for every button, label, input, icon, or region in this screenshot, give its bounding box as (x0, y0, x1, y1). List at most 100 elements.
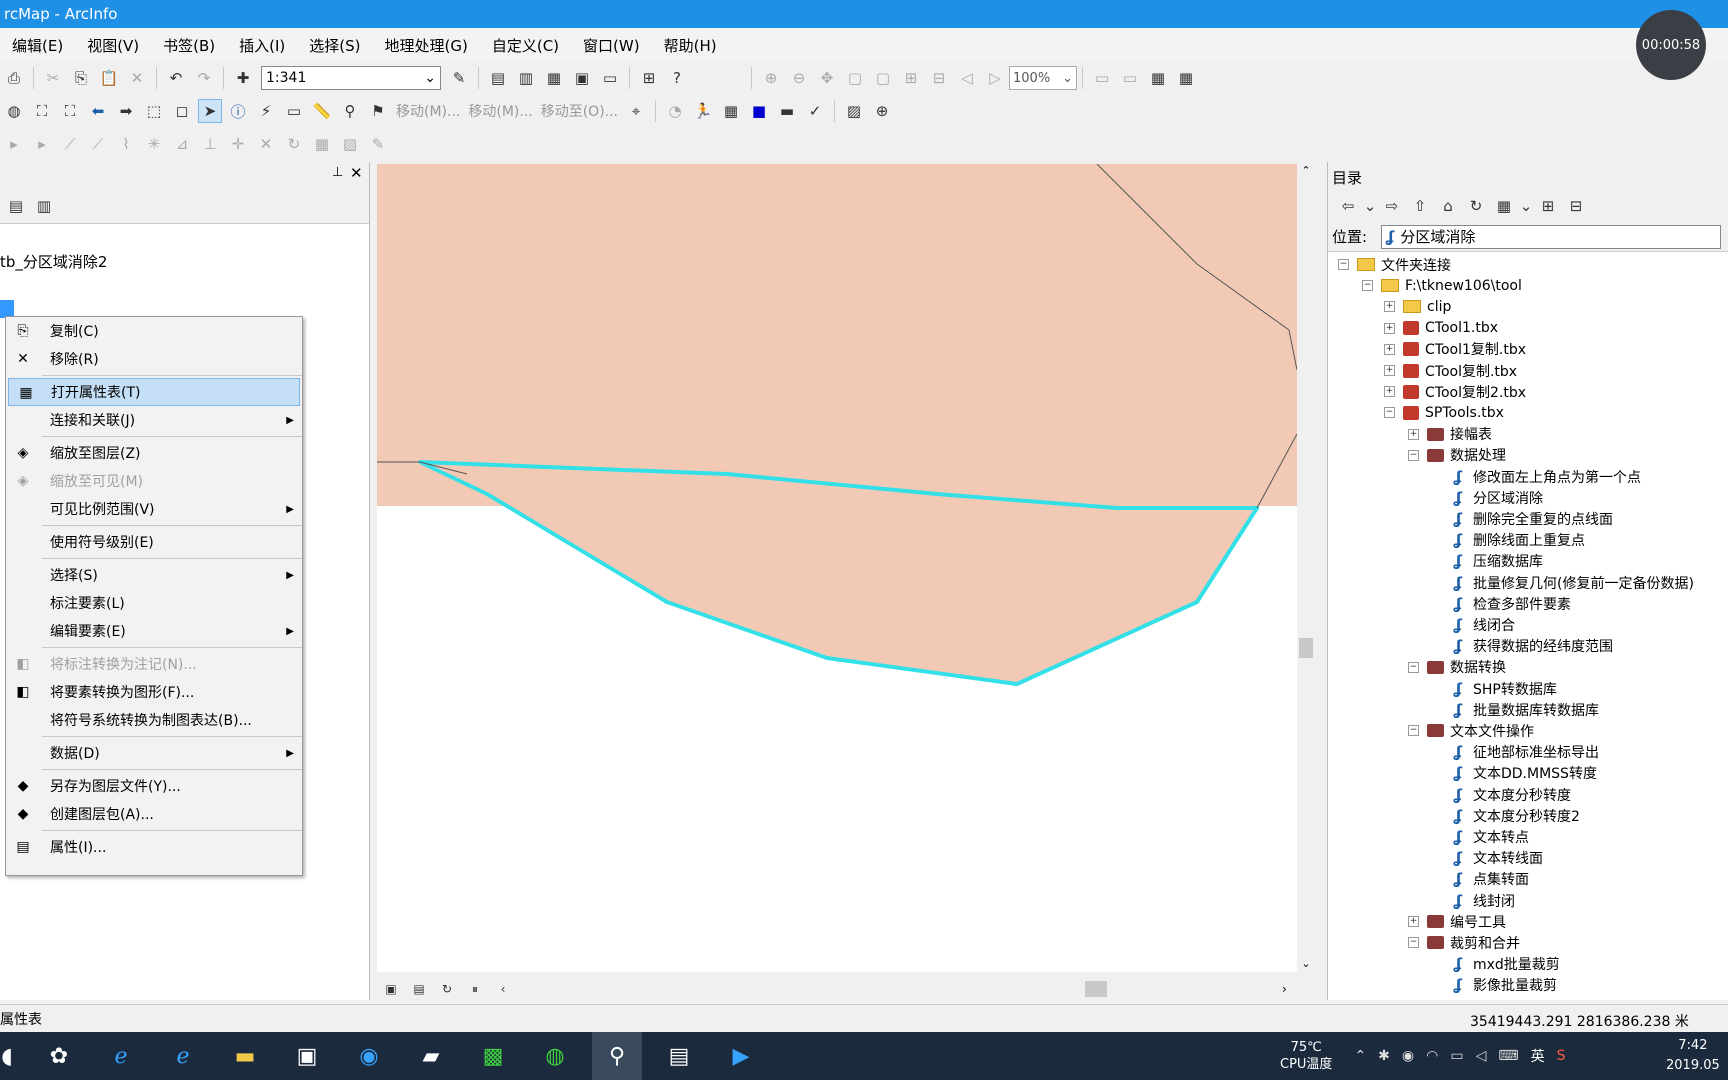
catalog-tree-item[interactable]: ʆ 文本度分秒转度2 (1430, 805, 1580, 826)
straight-segment-icon[interactable]: ⟋ (58, 132, 82, 156)
layer-tool-icon[interactable]: ▦ (719, 99, 743, 123)
tray-app-icon[interactable]: ✱ (1378, 1048, 1390, 1064)
horizontal-scroll-thumb[interactable] (1085, 981, 1107, 997)
hyperlink-icon[interactable]: ⚡ (254, 99, 278, 123)
app-360-icon[interactable]: ✿ (34, 1032, 84, 1080)
point-icon[interactable]: ✳ (142, 132, 166, 156)
catalog-tree-item[interactable]: ʆ 文本转点 (1430, 826, 1529, 847)
system-clock[interactable]: 7:42 2019.05 (1666, 1036, 1720, 1076)
catalog-tree-item[interactable]: ʆ 线闭合 (1430, 614, 1515, 635)
catalog-tree-item[interactable]: ʆ 批量数据库转数据库 (1430, 699, 1599, 720)
up-one-level-icon[interactable]: ⇧ (1408, 194, 1432, 218)
catalog-window-icon[interactable]: ▥ (514, 66, 538, 90)
catalog-tree-item[interactable]: ʆ 影像批量裁剪 (1430, 975, 1557, 996)
arctoolbox-icon[interactable]: ▣ (570, 66, 594, 90)
pin-icon[interactable]: ⊥ (332, 165, 343, 180)
catalog-tree-item[interactable]: ʆ 文本DD.MMSS转度 (1430, 763, 1597, 784)
rotate-icon[interactable]: ↻ (282, 132, 306, 156)
views-icon[interactable]: ▦ (1492, 194, 1516, 218)
collapse-icon[interactable]: − (1408, 661, 1419, 673)
pause-drawing-icon[interactable]: ⏸ (463, 977, 487, 1001)
keyboard-icon[interactable]: ⌨ (1498, 1048, 1518, 1064)
catalog-tree-item[interactable]: ʆ 压缩数据库 (1430, 551, 1543, 572)
chevron-down-icon[interactable]: ⌄ (1364, 194, 1377, 218)
add-data-icon[interactable]: ✚ (231, 66, 255, 90)
menu-customize[interactable]: 自定义(C) (480, 35, 571, 56)
ie-browser-icon[interactable]: ℯ (96, 1032, 146, 1080)
land-polygon[interactable] (377, 164, 1297, 506)
expand-icon[interactable]: + (1408, 428, 1419, 440)
browser-360-icon[interactable]: ◍ (530, 1032, 580, 1080)
measure-icon[interactable]: 📏 (310, 99, 334, 123)
trace-icon[interactable]: ⌇ (114, 132, 138, 156)
fixed-zoom-in-icon[interactable]: ⊞ (899, 66, 923, 90)
file-explorer-icon[interactable]: ▬ (220, 1032, 270, 1080)
expand-icon[interactable]: + (1384, 365, 1395, 376)
list-by-source-icon[interactable]: ▥ (32, 194, 56, 218)
undo-icon[interactable]: ↶ (164, 66, 188, 90)
move-button-2[interactable]: 移动(M)... (468, 101, 532, 121)
create-features-icon[interactable]: ✎ (366, 132, 390, 156)
catalog-tree-item[interactable]: ʆ mxd批量裁剪 (1430, 954, 1560, 975)
iqiyi-icon[interactable]: ▩ (468, 1032, 518, 1080)
overview-icon[interactable]: ▨ (842, 99, 866, 123)
zoom-100-icon[interactable]: ▢ (871, 66, 895, 90)
move-button-1[interactable]: 移动(M)... (396, 101, 460, 121)
context-menu-item[interactable]: ◧ 将要素转换为图形(F)... (6, 678, 302, 706)
go-to-xy-icon[interactable]: ⌖ (624, 99, 648, 123)
check-tool-icon[interactable]: ✓ (803, 99, 827, 123)
redo-icon[interactable]: ↷ (192, 66, 216, 90)
catalog-tree-item[interactable]: ʆ 删除完全重复的点线面 (1430, 508, 1613, 529)
back-icon[interactable]: ⇦ (1336, 194, 1360, 218)
catalog-tree-item[interactable]: ʆ 文本转线面 (1430, 848, 1543, 869)
editor-toolbar-icon[interactable]: ✎ (447, 66, 471, 90)
catalog-tree-item[interactable]: + 编号工具 (1408, 911, 1506, 932)
collapse-icon[interactable]: − (1408, 937, 1419, 949)
context-menu-item[interactable]: 连接和关联(J) ▶ (6, 406, 302, 434)
expand-icon[interactable]: + (1384, 322, 1395, 334)
edit-tool-icon[interactable]: ▸ (2, 132, 26, 156)
catalog-tree-item[interactable]: + CTool复制.tbx (1384, 360, 1517, 381)
data-driven-pages-icon[interactable]: ▦ (1174, 66, 1198, 90)
toggle-draft-icon[interactable]: ▭ (1090, 66, 1114, 90)
catalog-tree-item[interactable]: ʆ 线封闭 (1430, 890, 1515, 911)
catalog-tree-item[interactable]: + 接幅表 (1408, 424, 1492, 445)
change-layout-icon[interactable]: ▦ (1146, 66, 1170, 90)
layout-zoom-combo[interactable]: 100% ⌄ (1009, 66, 1077, 90)
fixed-zoom-out-icon[interactable]: ⊟ (927, 66, 951, 90)
connect-folder-icon[interactable]: ⊞ (1536, 194, 1560, 218)
zoom-out-page-icon[interactable]: ⊖ (787, 66, 811, 90)
catalog-tree-item[interactable]: − SPTools.tbx (1384, 402, 1504, 423)
context-menu-item[interactable]: 将符号系统转换为制图表达(B)... (6, 706, 302, 734)
toggle-tree-icon[interactable]: ⊟ (1564, 194, 1588, 218)
catalog-tree-item[interactable]: − F:\tknew106\tool (1362, 275, 1522, 296)
zoom-whole-page-icon[interactable]: ▢ (843, 66, 867, 90)
edit-annotation-icon[interactable]: ▸ (30, 132, 54, 156)
full-extent-in-icon[interactable]: ⛶ (30, 99, 54, 123)
start-icon[interactable]: ◖ (0, 1032, 14, 1080)
context-menu-item[interactable]: ✕ 移除(R) (6, 345, 302, 373)
expand-icon[interactable]: + (1384, 343, 1395, 355)
context-menu-item[interactable]: ▤ 属性(I)... (6, 833, 302, 861)
catalog-tree-item[interactable]: ʆ 征地部标准坐标导出 (1430, 742, 1599, 763)
delete-icon[interactable]: ✕ (125, 66, 149, 90)
catalog-tree-item[interactable]: ʆ 获得数据的经纬度范围 (1430, 636, 1613, 657)
context-menu-item[interactable]: ◆ 创建图层包(A)... (6, 800, 302, 828)
collapse-icon[interactable]: − (1408, 449, 1419, 461)
map-scale-combo[interactable]: 1:341 ⌄ (261, 66, 441, 90)
catalog-tree-item[interactable]: ʆ 删除线面上重复点 (1430, 530, 1585, 551)
catalog-tree-item[interactable]: − 裁剪和合并 (1408, 932, 1520, 953)
paste-icon[interactable]: 📋 (97, 66, 121, 90)
catalog-tree-item[interactable]: − 文件夹连接 (1338, 254, 1451, 275)
catalog-tree-item[interactable]: + clip (1384, 296, 1451, 317)
chevron-down-icon[interactable]: ⌄ (1520, 194, 1533, 218)
cut-icon[interactable]: ✂ (41, 66, 65, 90)
menu-geoprocessing[interactable]: 地理处理(G) (373, 35, 480, 56)
context-menu-item[interactable]: 编辑要素(E) ▶ (6, 617, 302, 645)
expand-icon[interactable]: + (1408, 916, 1419, 928)
square-tool-icon[interactable]: ■ (747, 99, 771, 123)
home-icon[interactable]: ⌂ (1436, 194, 1460, 218)
catalog-tree-item[interactable]: − 数据转换 (1408, 657, 1506, 678)
model-builder-icon[interactable]: ⊞ (637, 66, 661, 90)
collapse-icon[interactable]: − (1384, 407, 1395, 419)
